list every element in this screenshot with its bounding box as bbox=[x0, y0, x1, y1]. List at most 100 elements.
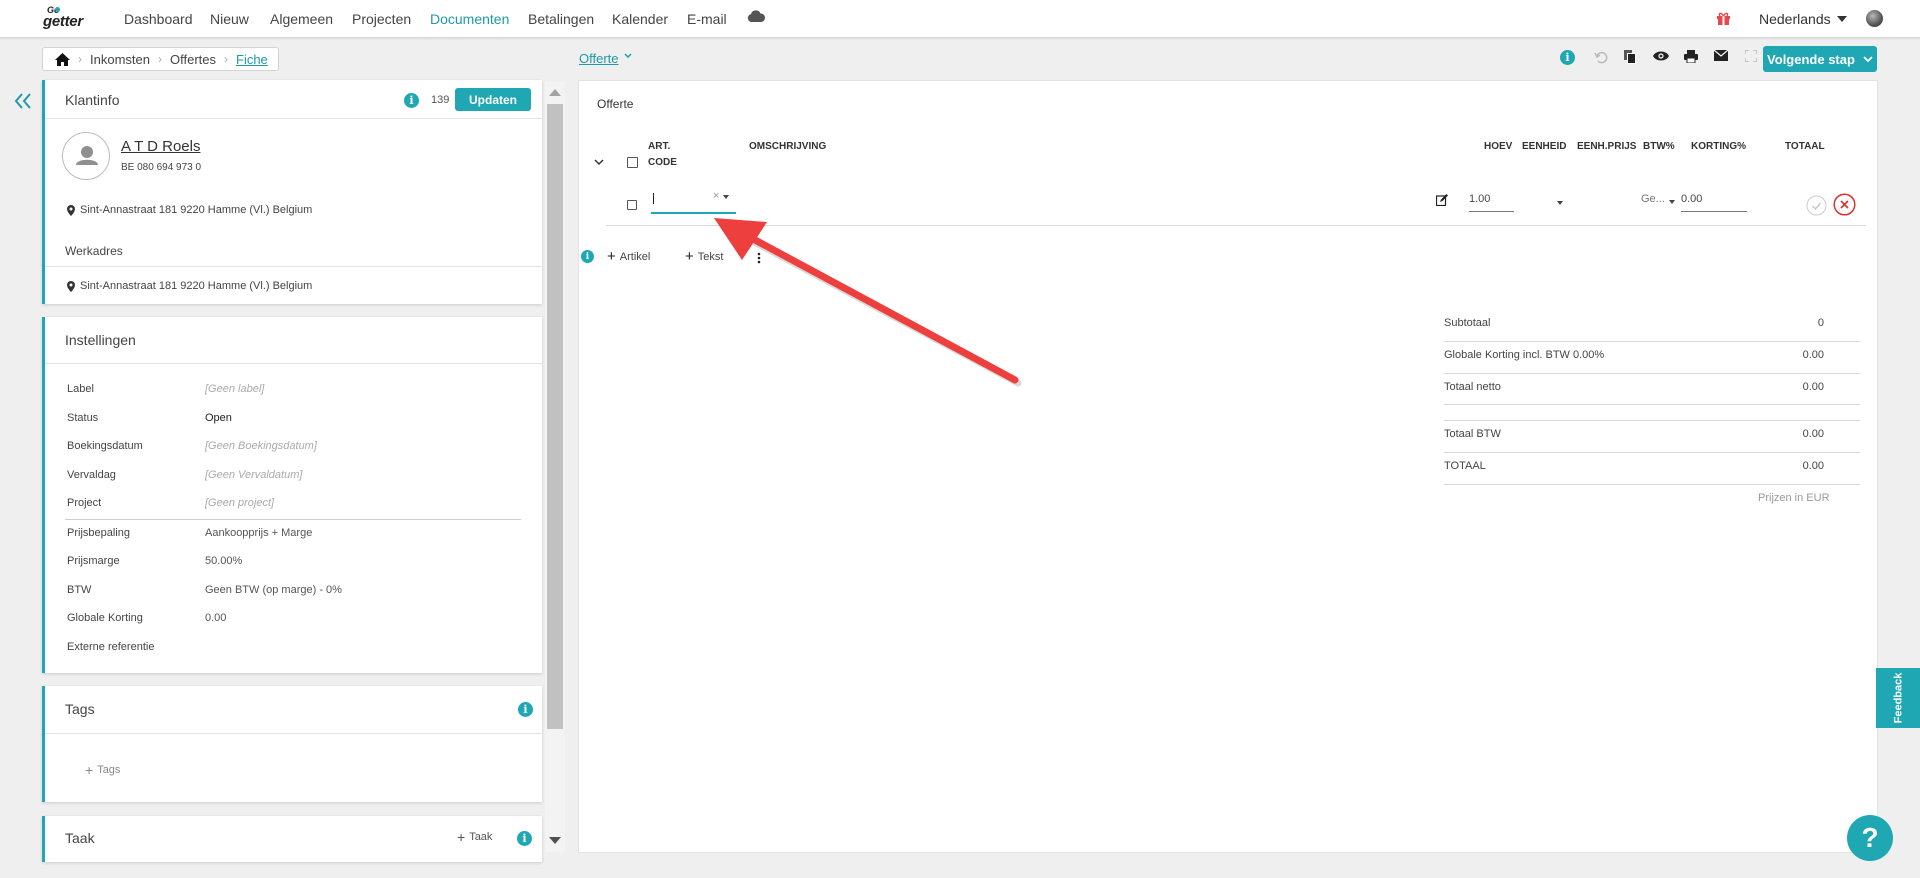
setting-prijsbepaling-value[interactable]: Aankoopprijs + Marge bbox=[205, 527, 312, 539]
subtotal-label: Subtotaal bbox=[1444, 317, 1491, 329]
total-netto-value: 0.00 bbox=[1802, 381, 1824, 393]
select-all-checkbox[interactable] bbox=[627, 157, 638, 168]
nav-kalender[interactable]: Kalender bbox=[612, 11, 668, 27]
scroll-up-icon[interactable] bbox=[549, 88, 561, 96]
chevron-down-icon bbox=[1669, 200, 1675, 204]
location-pin-icon bbox=[67, 281, 75, 292]
gift-icon[interactable] bbox=[1716, 11, 1731, 26]
setting-project-value[interactable]: [Geen project] bbox=[205, 497, 274, 509]
next-step-button[interactable]: Volgende stap bbox=[1763, 46, 1877, 72]
korting-input[interactable]: 0.00 bbox=[1681, 193, 1747, 212]
add-artikel-button[interactable]: + Artikel bbox=[607, 248, 650, 265]
home-icon[interactable] bbox=[55, 52, 70, 66]
setting-btw-value[interactable]: Geen BTW (op marge) - 0% bbox=[205, 584, 342, 596]
total-btw-row: Totaal BTW 0.00 bbox=[1444, 428, 1860, 440]
line-checkbox[interactable] bbox=[627, 200, 637, 210]
subtotal-value: 0 bbox=[1817, 317, 1824, 329]
breadcrumb-inkomsten[interactable]: Inkomsten bbox=[90, 52, 150, 67]
setting-label-value[interactable]: [Geen label] bbox=[205, 383, 264, 395]
info-icon[interactable]: i bbox=[1560, 50, 1575, 65]
btw-value: Ge... bbox=[1641, 193, 1665, 205]
expand-icon[interactable] bbox=[1745, 50, 1757, 62]
copy-icon[interactable] bbox=[1624, 50, 1636, 64]
collapse-lines-chevron-icon[interactable] bbox=[594, 159, 604, 166]
setting-label: Project bbox=[67, 497, 102, 509]
setting-label: Label bbox=[67, 383, 94, 395]
total-btw-label: Totaal BTW bbox=[1444, 428, 1501, 440]
totals-divider bbox=[1444, 484, 1860, 485]
confirm-line-icon[interactable] bbox=[1806, 195, 1827, 216]
info-icon[interactable]: i bbox=[518, 702, 533, 717]
collapse-sidebar-icon[interactable] bbox=[14, 92, 32, 110]
setting-prijsmarge-value[interactable]: 50.00% bbox=[205, 555, 242, 567]
breadcrumb-offertes[interactable]: Offertes bbox=[170, 52, 216, 67]
top-navigation: Go getter Dashboard Nieuw Algemeen Proje… bbox=[0, 0, 1920, 38]
customer-name-link[interactable]: A T D Roels bbox=[121, 138, 200, 155]
customer-avatar[interactable] bbox=[62, 132, 110, 180]
column-totaal: TOTAAL bbox=[1785, 141, 1825, 152]
gogetter-logo[interactable]: Go getter bbox=[43, 5, 101, 32]
nav-email[interactable]: E-mail bbox=[687, 11, 727, 27]
chevron-down-icon[interactable] bbox=[624, 53, 632, 59]
help-button[interactable]: ? bbox=[1847, 815, 1893, 861]
tags-title: Tags bbox=[65, 701, 95, 717]
werkadres-label: Werkadres bbox=[65, 244, 123, 258]
setting-boekingsdatum-value[interactable]: [Geen Boekingsdatum] bbox=[205, 440, 317, 452]
language-label: Nederlands bbox=[1759, 11, 1831, 27]
nav-algemeen[interactable]: Algemeen bbox=[270, 11, 333, 27]
klantinfo-count: 139 bbox=[431, 94, 450, 106]
edit-line-icon[interactable] bbox=[1436, 194, 1448, 206]
nav-dashboard[interactable]: Dashboard bbox=[124, 11, 193, 27]
delete-line-icon[interactable] bbox=[1833, 193, 1856, 216]
undo-icon[interactable] bbox=[1594, 50, 1608, 64]
nav-projecten[interactable]: Projecten bbox=[352, 11, 411, 27]
column-omschrijving: OMSCHRIJVING bbox=[749, 141, 827, 152]
divider bbox=[65, 519, 521, 520]
location-pin-icon bbox=[67, 205, 75, 216]
document-type-selector[interactable]: Offerte bbox=[579, 51, 619, 66]
taak-card: Taak + Taak i bbox=[42, 816, 542, 862]
global-discount-value: 0.00 bbox=[1802, 349, 1824, 361]
add-taak-label: Taak bbox=[469, 831, 493, 843]
klantinfo-title: Klantinfo bbox=[65, 92, 120, 108]
print-icon[interactable] bbox=[1684, 50, 1698, 63]
breadcrumb-fiche[interactable]: Fiche bbox=[236, 52, 268, 67]
column-btw: BTW% bbox=[1643, 141, 1675, 152]
totals-divider bbox=[1444, 404, 1860, 405]
email-icon[interactable] bbox=[1714, 50, 1728, 61]
nav-nieuw[interactable]: Nieuw bbox=[210, 11, 249, 27]
instellingen-title: Instellingen bbox=[65, 332, 136, 348]
info-icon[interactable]: i bbox=[517, 831, 532, 846]
cloud-icon[interactable] bbox=[747, 10, 765, 22]
preview-eye-icon[interactable] bbox=[1653, 50, 1669, 62]
scroll-down-icon[interactable] bbox=[549, 837, 561, 845]
language-selector[interactable]: Nederlands bbox=[1759, 11, 1847, 27]
clear-icon[interactable]: × bbox=[713, 190, 719, 202]
nav-betalingen[interactable]: Betalingen bbox=[528, 11, 594, 27]
setting-status-value[interactable]: Open bbox=[205, 412, 232, 424]
chevron-down-icon[interactable] bbox=[723, 195, 729, 199]
sidebar-scrollbar-thumb[interactable] bbox=[547, 104, 563, 729]
info-icon[interactable]: i bbox=[581, 250, 594, 263]
eenheid-select-chevron-icon[interactable] bbox=[1557, 201, 1563, 205]
nav-documenten[interactable]: Documenten bbox=[430, 11, 509, 27]
user-avatar[interactable] bbox=[1866, 10, 1883, 27]
plus-icon: + bbox=[685, 248, 694, 265]
column-hoev: HOEV bbox=[1484, 141, 1513, 152]
tags-card: Tags i + Tags bbox=[42, 686, 542, 802]
setting-label: Externe referentie bbox=[67, 641, 155, 653]
add-tags-label: Tags bbox=[97, 764, 121, 776]
setting-vervaldag-value[interactable]: [Geen Vervaldatum] bbox=[205, 469, 302, 481]
update-button[interactable]: Updaten bbox=[455, 88, 531, 111]
plus-icon: + bbox=[85, 762, 94, 778]
column-korting: KORTING% bbox=[1691, 141, 1746, 152]
add-artikel-label: Artikel bbox=[619, 250, 651, 263]
hoev-input[interactable]: 1.00 bbox=[1469, 193, 1514, 212]
setting-label: Prijsbepaling bbox=[67, 527, 130, 539]
info-icon[interactable]: i bbox=[404, 93, 419, 108]
feedback-tab[interactable]: Feedback bbox=[1876, 668, 1920, 728]
setting-globale-korting-value[interactable]: 0.00 bbox=[205, 612, 226, 624]
btw-select[interactable]: Ge... bbox=[1641, 193, 1679, 212]
add-tags-button[interactable]: + Tags bbox=[85, 762, 120, 778]
add-taak-button[interactable]: + Taak bbox=[457, 829, 492, 845]
